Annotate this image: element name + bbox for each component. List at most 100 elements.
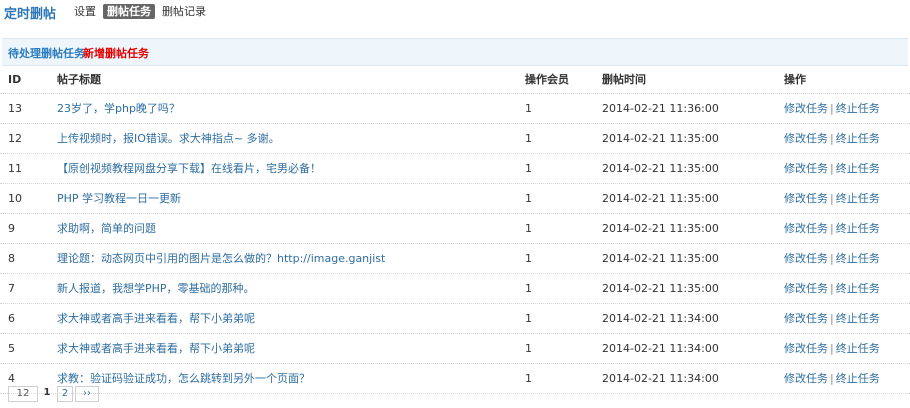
action-separator: |	[830, 132, 834, 145]
action-separator: |	[830, 222, 834, 235]
row-actions: 修改任务 | 终止任务	[784, 214, 904, 243]
table-row: 6 求大神或者高手进来看看，帮下小弟弟呢 1 2014-02-21 11:34:00 修…	[0, 304, 910, 334]
page-total: 12	[8, 386, 38, 402]
edit-task-link[interactable]: 修改任务	[784, 312, 828, 325]
table-header-row: ID 帖子标题 操作会员 删帖时间 操作	[0, 66, 910, 94]
row-title-link[interactable]: 上传视频时，报IO错误。求大神指点~ 多谢。	[57, 124, 517, 153]
row-title-link[interactable]: 新人报道，我想学PHP，零基础的那种。	[57, 274, 517, 303]
row-time: 2014-02-21 11:34:00	[602, 372, 719, 385]
stop-task-link[interactable]: 终止任务	[836, 132, 880, 145]
row-time: 2014-02-21 11:34:00	[602, 312, 719, 325]
post-title[interactable]: 求教：验证码验证成功，怎么跳转到另外一个页面？	[57, 372, 310, 385]
table-row: 10 PHP 学习教程一日一更新 1 2014-02-21 11:35:00 修改任务 |…	[0, 184, 910, 214]
row-id: 10	[8, 192, 22, 205]
row-member: 1	[525, 102, 532, 115]
tab-settings[interactable]: 设置	[70, 4, 100, 19]
pending-tasks-link[interactable]: 待处理删帖任务	[8, 45, 85, 61]
row-id: 7	[8, 282, 15, 295]
table-row: 9 求助啊，简单的问题 1 2014-02-21 11:35:00 修改任务 | 终止任务	[0, 214, 910, 244]
stop-task-link[interactable]: 终止任务	[836, 252, 880, 265]
action-separator: |	[830, 192, 834, 205]
table-row: 8 理论题：动态网页中引用的图片是怎么做的？http://image.ganjis…	[0, 244, 910, 274]
action-separator: |	[830, 282, 834, 295]
row-actions: 修改任务 | 终止任务	[784, 244, 904, 273]
row-id: 12	[8, 132, 22, 145]
row-id: 8	[8, 252, 15, 265]
header-title: 帖子标题	[57, 73, 101, 86]
page-2-link[interactable]: 2	[57, 386, 73, 402]
edit-task-link[interactable]: 修改任务	[784, 102, 828, 115]
row-actions: 修改任务 | 终止任务	[784, 304, 904, 333]
tab-delete-tasks[interactable]: 删帖任务	[103, 4, 155, 19]
post-title[interactable]: 上传视频时，报IO错误。求大神指点~ 多谢。	[57, 132, 280, 145]
top-bar: 定时删帖 设置 删帖任务 删帖记录	[0, 0, 910, 24]
row-title-link[interactable]: 求大神或者高手进来看看，帮下小弟弟呢	[57, 334, 517, 363]
post-title[interactable]: 求大神或者高手进来看看，帮下小弟弟呢	[57, 342, 255, 355]
row-member: 1	[525, 282, 532, 295]
header-id: ID	[8, 73, 22, 86]
action-separator: |	[830, 162, 834, 175]
stop-task-link[interactable]: 终止任务	[836, 312, 880, 325]
post-title[interactable]: 23岁了，学php晚了吗？	[57, 102, 180, 115]
tab-delete-records[interactable]: 删帖记录	[158, 4, 210, 19]
row-actions: 修改任务 | 终止任务	[784, 184, 904, 213]
edit-task-link[interactable]: 修改任务	[784, 192, 828, 205]
action-separator: |	[830, 312, 834, 325]
row-title-link[interactable]: 理论题：动态网页中引用的图片是怎么做的？http://image.ganjist	[57, 244, 517, 273]
row-time: 2014-02-21 11:35:00	[602, 192, 719, 205]
edit-task-link[interactable]: 修改任务	[784, 372, 828, 385]
post-title[interactable]: 求大神或者高手进来看看，帮下小弟弟呢	[57, 312, 255, 325]
row-time: 2014-02-21 11:35:00	[602, 252, 719, 265]
edit-task-link[interactable]: 修改任务	[784, 252, 828, 265]
row-member: 1	[525, 342, 532, 355]
stop-task-link[interactable]: 终止任务	[836, 102, 880, 115]
row-title-link[interactable]: 23岁了，学php晚了吗？	[57, 94, 517, 123]
next-page-button[interactable]: ››	[75, 386, 99, 402]
row-member: 1	[525, 372, 532, 385]
row-actions: 修改任务 | 终止任务	[784, 154, 904, 183]
row-time: 2014-02-21 11:34:00	[602, 342, 719, 355]
row-member: 1	[525, 132, 532, 145]
table-row: 4 求教：验证码验证成功，怎么跳转到另外一个页面？ 1 2014-02-21 11:3…	[0, 364, 910, 394]
row-time: 2014-02-21 11:35:00	[602, 132, 719, 145]
edit-task-link[interactable]: 修改任务	[784, 132, 828, 145]
row-member: 1	[525, 252, 532, 265]
action-separator: |	[830, 342, 834, 355]
task-table: ID 帖子标题 操作会员 删帖时间 操作 13 23岁了，学php晚了吗？ 1 201…	[0, 66, 910, 394]
post-title[interactable]: 【原创视频教程网盘分享下载】在线看片，宅男必备！	[57, 162, 321, 175]
edit-task-link[interactable]: 修改任务	[784, 162, 828, 175]
row-id: 6	[8, 312, 15, 325]
page-current: 1	[43, 387, 51, 398]
post-title[interactable]: PHP 学习教程一日一更新	[57, 192, 181, 205]
row-title-link[interactable]: 求助啊，简单的问题	[57, 214, 517, 243]
row-time: 2014-02-21 11:35:00	[602, 282, 719, 295]
table-row: 13 23岁了，学php晚了吗？ 1 2014-02-21 11:36:00 修改任务 |…	[0, 94, 910, 124]
edit-task-link[interactable]: 修改任务	[784, 342, 828, 355]
edit-task-link[interactable]: 修改任务	[784, 222, 828, 235]
post-title[interactable]: 理论题：动态网页中引用的图片是怎么做的？http://image.ganjist	[57, 252, 385, 265]
table-row: 5 求大神或者高手进来看看，帮下小弟弟呢 1 2014-02-21 11:34:00 修…	[0, 334, 910, 364]
stop-task-link[interactable]: 终止任务	[836, 372, 880, 385]
edit-task-link[interactable]: 修改任务	[784, 282, 828, 295]
row-title-link[interactable]: 【原创视频教程网盘分享下载】在线看片，宅男必备！	[57, 154, 517, 183]
row-member: 1	[525, 222, 532, 235]
row-title-link[interactable]: PHP 学习教程一日一更新	[57, 184, 517, 213]
header-time: 删帖时间	[602, 73, 646, 86]
post-title[interactable]: 新人报道，我想学PHP，零基础的那种。	[57, 282, 255, 295]
row-id: 13	[8, 102, 22, 115]
stop-task-link[interactable]: 终止任务	[836, 222, 880, 235]
stop-task-link[interactable]: 终止任务	[836, 162, 880, 175]
stop-task-link[interactable]: 终止任务	[836, 192, 880, 205]
add-task-link[interactable]: 新增删帖任务	[83, 45, 149, 61]
row-title-link[interactable]: 求教：验证码验证成功，怎么跳转到另外一个页面？	[57, 364, 517, 393]
table-row: 12 上传视频时，报IO错误。求大神指点~ 多谢。 1 2014-02-21 11:3…	[0, 124, 910, 154]
row-title-link[interactable]: 求大神或者高手进来看看，帮下小弟弟呢	[57, 304, 517, 333]
action-separator: |	[830, 252, 834, 265]
row-time: 2014-02-21 11:35:00	[602, 162, 719, 175]
post-title[interactable]: 求助啊，简单的问题	[57, 222, 156, 235]
action-separator: |	[830, 372, 834, 385]
row-actions: 修改任务 | 终止任务	[784, 124, 904, 153]
stop-task-link[interactable]: 终止任务	[836, 282, 880, 295]
stop-task-link[interactable]: 终止任务	[836, 342, 880, 355]
header-ops: 操作	[784, 73, 806, 86]
